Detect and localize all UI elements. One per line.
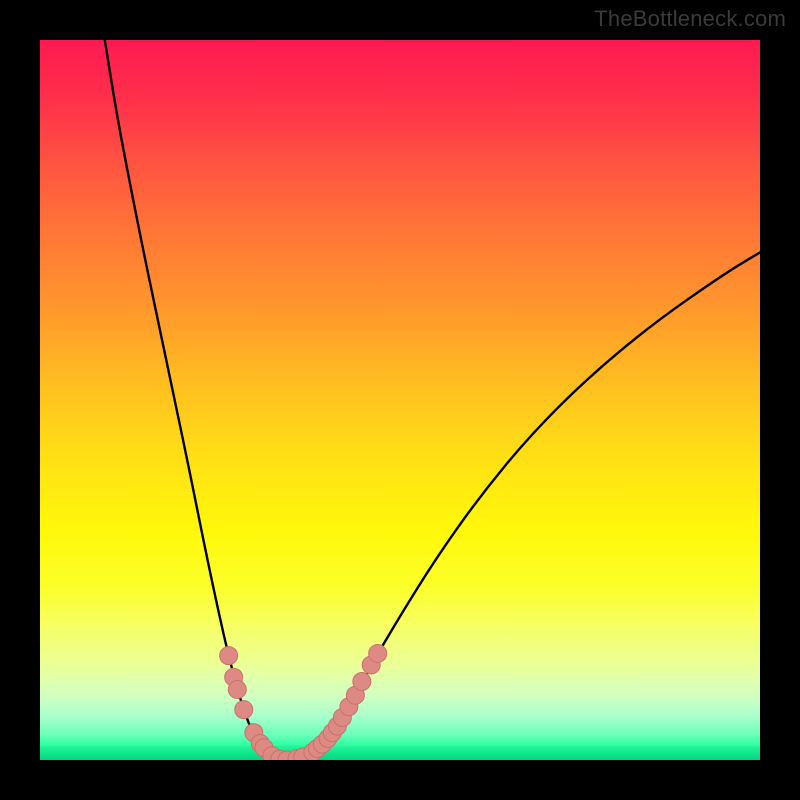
data-marker	[228, 680, 246, 698]
data-marker	[220, 647, 238, 665]
watermark-text: TheBottleneck.com	[594, 6, 786, 32]
bottleneck-curve	[105, 40, 760, 760]
data-marker	[353, 673, 371, 691]
curve-svg	[40, 40, 760, 760]
curve-markers	[220, 644, 387, 760]
data-marker	[369, 644, 387, 662]
chart-frame: TheBottleneck.com	[0, 0, 800, 800]
data-marker	[235, 701, 253, 719]
plot-area	[40, 40, 760, 760]
